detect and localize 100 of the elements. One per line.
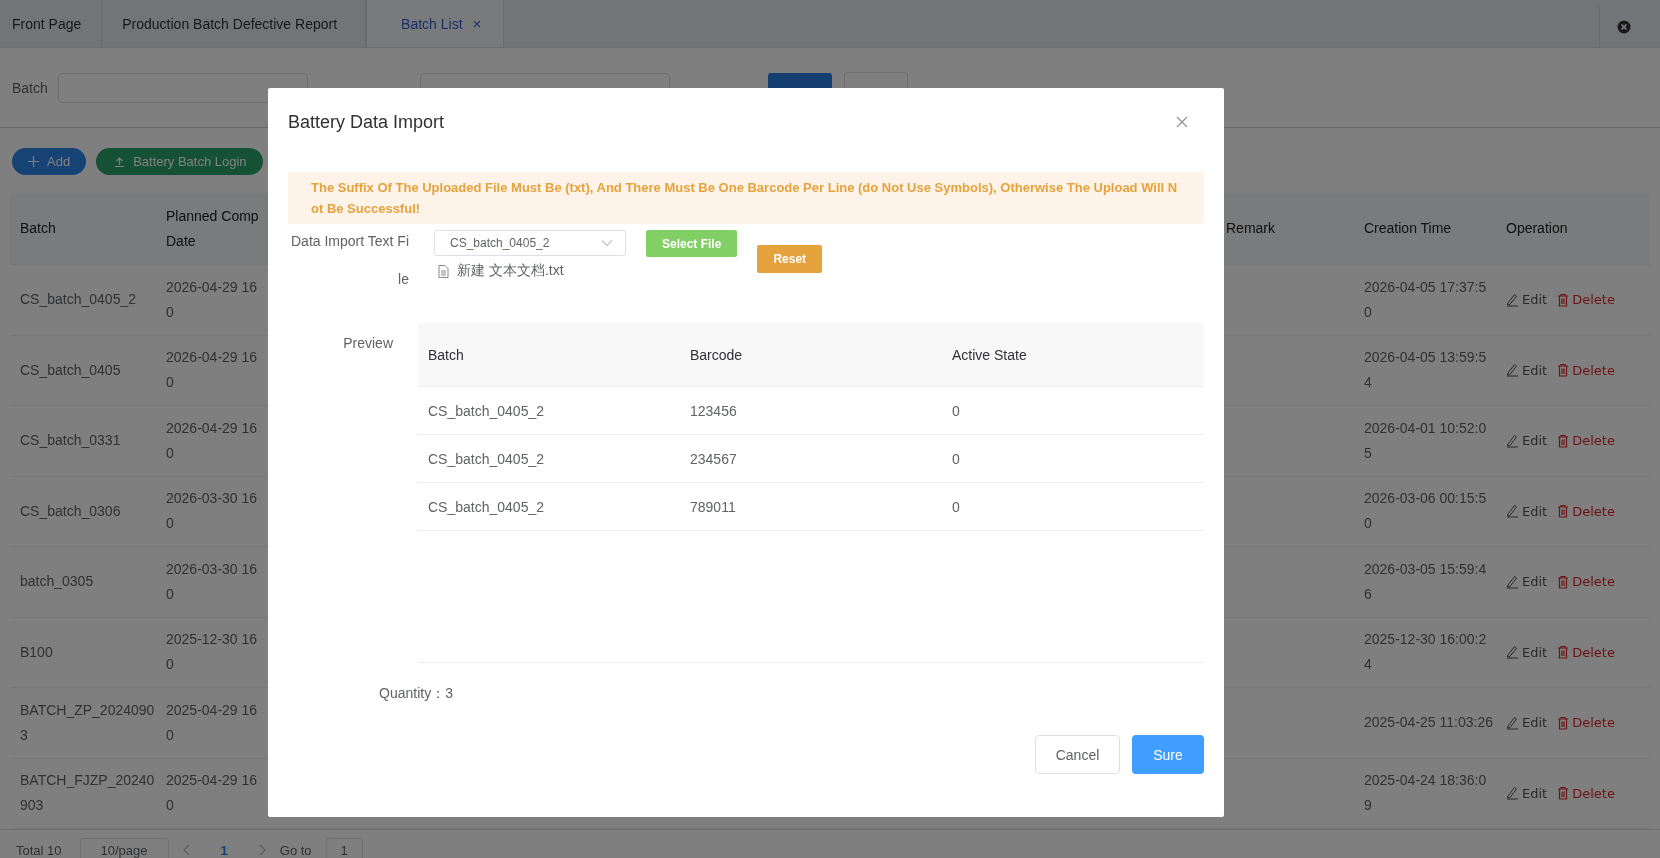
- column-header: Remark: [1226, 219, 1276, 238]
- table-cell-text: CS_batch_0405: [19, 360, 122, 380]
- caret-icon: [601, 239, 613, 247]
- dialog-title: Battery Data Import: [288, 111, 445, 133]
- table-cell-text: 789011: [689, 498, 737, 515]
- edit-link[interactable]: Edit: [1506, 503, 1548, 519]
- table-cell-text: 2026-03-30 16 0: [166, 489, 259, 534]
- field-label: Data Import Text Fi le: [290, 232, 409, 289]
- close-icon[interactable]: [1176, 116, 1188, 128]
- pencil-icon: [1506, 715, 1519, 730]
- trash-icon: [1557, 363, 1570, 378]
- quantity-text: Quantity：3: [379, 685, 454, 703]
- trash-icon: [1557, 292, 1570, 307]
- page-number[interactable]: 1: [220, 842, 228, 858]
- total-count: Total 10: [16, 842, 62, 858]
- table-cell-text: 0: [951, 450, 961, 467]
- cancel-button[interactable]: Cancel: [1035, 735, 1120, 774]
- table-cell-text: 123456: [689, 402, 738, 419]
- trash-icon: [1557, 504, 1570, 519]
- table-cell-text: 2026-03-30 16 0: [166, 559, 259, 604]
- edit-link[interactable]: Edit: [1506, 362, 1548, 378]
- pencil-icon: [1506, 433, 1519, 448]
- table-cell-text: 2025-12-30 16:00:2 4: [1363, 630, 1488, 675]
- table-cell-text: CS_batch_0331: [19, 431, 122, 451]
- column-header: Planned Comp Date: [166, 206, 260, 251]
- table-cell-text: 2025-04-29 16 0: [166, 771, 259, 816]
- field-label: Preview: [342, 334, 393, 353]
- trash-icon: [1557, 645, 1570, 660]
- confirm-button[interactable]: Sure: [1132, 735, 1204, 774]
- delete-link[interactable]: Delete: [1557, 362, 1615, 378]
- warning-message: The Suffix Of The Uploaded File Must Be (txt), And There Must Be One Barcode Per Line (do Not Use Symbols), Otherwise The Upload Will Not Be Successful!: [288, 172, 1204, 224]
- column-header: Creation Time: [1363, 219, 1453, 238]
- select-file-button[interactable]: Select File: [646, 230, 738, 257]
- edit-link[interactable]: Edit: [1506, 433, 1548, 449]
- pencil-icon: [1506, 292, 1519, 307]
- edit-link[interactable]: Edit: [1506, 785, 1548, 801]
- trash-icon: [1557, 574, 1570, 589]
- edit-link[interactable]: Edit: [1506, 574, 1548, 590]
- delete-link[interactable]: Delete: [1557, 644, 1615, 660]
- batch-select[interactable]: CS_batch_0405_2: [434, 230, 626, 256]
- table-cell-text: CS_batch_0405_2: [427, 450, 545, 467]
- document-icon: [438, 264, 449, 278]
- column-header: Operation: [1506, 219, 1569, 238]
- page-size-select[interactable]: 10/page: [79, 837, 169, 858]
- file-name[interactable]: 新建 文本文档.txt: [457, 262, 564, 280]
- table-cell-text: CS_batch_0306: [19, 501, 122, 521]
- reset-button[interactable]: Reset: [757, 245, 823, 273]
- goto-label: Go to: [279, 842, 312, 858]
- table-cell-text: CS_batch_0405_2: [19, 290, 137, 310]
- table-cell-text: CS_batch_0405_2: [427, 498, 545, 515]
- delete-link[interactable]: Delete: [1557, 715, 1615, 731]
- pencil-icon: [1506, 574, 1519, 589]
- pencil-icon: [1506, 363, 1519, 378]
- table-cell-text: BATCH_FJZP_20240 903: [19, 771, 156, 816]
- upload-icon: [114, 156, 126, 167]
- table-cell-text: 234567: [689, 450, 738, 467]
- table-cell-text: 2026-04-01 10:52:0 5: [1363, 418, 1488, 463]
- goto-field[interactable]: 1: [325, 837, 363, 858]
- table-cell-text: 2025-12-30 16 0: [166, 630, 259, 675]
- field-label: Batch: [12, 79, 48, 96]
- edit-link[interactable]: Edit: [1506, 292, 1548, 308]
- delete-link[interactable]: Delete: [1557, 503, 1615, 519]
- edit-link[interactable]: Edit: [1506, 715, 1548, 731]
- pencil-icon: [1506, 645, 1519, 660]
- column-header: Barcode: [689, 346, 744, 363]
- table-cell-text: 2026-04-29 16 0: [166, 418, 259, 463]
- table-cell-text: 2025-04-24 18:36:0 9: [1363, 771, 1488, 816]
- trash-icon: [1557, 786, 1570, 801]
- table-cell-text: B100: [19, 642, 54, 662]
- page-tab[interactable]: Batch List: [366, 0, 504, 47]
- table-cell-text: 2026-04-05 17:37:5 0: [1363, 277, 1488, 322]
- add-button[interactable]: Add: [12, 148, 87, 175]
- plus-icon: [28, 156, 39, 167]
- table-cell-text: 2026-04-29 16 0: [166, 277, 259, 322]
- delete-link[interactable]: Delete: [1557, 574, 1615, 590]
- column-header: Batch: [427, 346, 465, 363]
- delete-link[interactable]: Delete: [1557, 292, 1615, 308]
- table-cell-text: BATCH_ZP_2024090 3: [19, 700, 156, 745]
- close-icon[interactable]: [1617, 19, 1631, 34]
- table-cell-text: 2026-03-06 00:15:5 0: [1363, 489, 1488, 534]
- table-cell-text: 2026-03-05 15:59:4 6: [1363, 559, 1488, 604]
- page-tab[interactable]: Front Page: [0, 0, 103, 47]
- table-cell-text: 0: [951, 498, 961, 515]
- edit-link[interactable]: Edit: [1506, 644, 1548, 660]
- table-cell-text: 0: [951, 402, 961, 419]
- table-cell-text: 2026-04-29 16 0: [166, 348, 259, 393]
- login-button[interactable]: Battery Batch Login: [96, 148, 263, 175]
- delete-link[interactable]: Delete: [1557, 785, 1615, 801]
- close-icon[interactable]: [472, 19, 481, 28]
- pencil-icon: [1506, 786, 1519, 801]
- table-cell-text: 2025-04-29 16 0: [166, 700, 259, 745]
- trash-icon: [1557, 433, 1570, 448]
- trash-icon: [1557, 715, 1570, 730]
- delete-link[interactable]: Delete: [1557, 433, 1615, 449]
- pencil-icon: [1506, 504, 1519, 519]
- table-cell-text: 2026-04-05 13:59:5 4: [1363, 348, 1488, 393]
- column-header: Active State: [951, 346, 1028, 363]
- table-cell-text: batch_0305: [19, 572, 95, 592]
- table-cell-text: CS_batch_0405_2: [427, 402, 545, 419]
- column-header: Batch: [19, 219, 57, 238]
